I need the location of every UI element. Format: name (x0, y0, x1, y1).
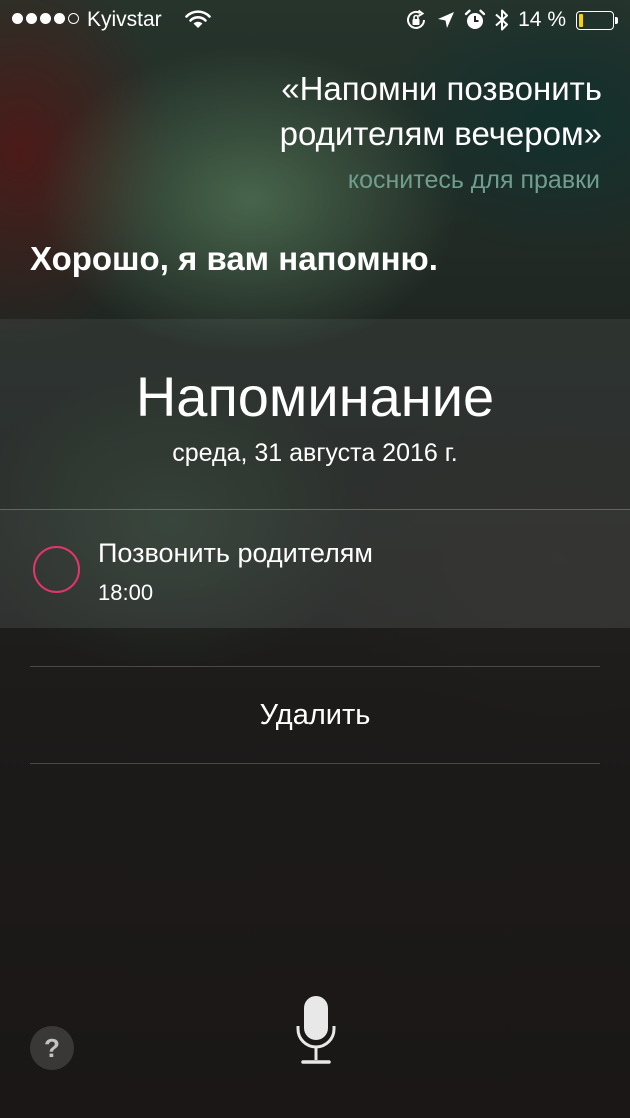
signal-dot (12, 13, 23, 24)
help-button[interactable]: ? (30, 1026, 74, 1070)
reminder-time: 18:00 (98, 580, 154, 605)
tap-to-edit-hint[interactable]: коснитесь для правки (348, 166, 600, 195)
wifi-icon (185, 9, 211, 35)
reminder-item[interactable]: Позвонить родителям 18:00 (0, 510, 630, 628)
reminder-checkbox[interactable] (33, 546, 80, 593)
signal-dot (54, 13, 65, 24)
microphone-icon (296, 996, 336, 1064)
microphone-button[interactable] (293, 994, 339, 1066)
delete-divider-bottom (30, 763, 600, 764)
reminder-title: Позвонить родителям (98, 538, 373, 568)
card-title: Напоминание (135, 365, 495, 428)
location-arrow-icon (436, 10, 456, 30)
status-bar: Kyivstar 14 % (0, 0, 630, 40)
signal-dot (26, 13, 37, 24)
battery-fill (579, 13, 583, 27)
reminder-card: Напоминание среда, 31 августа 2016 г. По… (0, 319, 630, 628)
delete-button[interactable]: Удалить (30, 667, 600, 763)
signal-dot (68, 13, 79, 24)
carrier-name: Kyivstar (87, 8, 162, 31)
bluetooth-icon (494, 8, 510, 32)
alarm-clock-icon (464, 9, 486, 31)
status-right: 14 % (404, 8, 618, 32)
battery-percent: 14 % (518, 8, 566, 31)
signal-dot (40, 13, 51, 24)
battery-icon (576, 10, 618, 30)
user-query[interactable]: «Напомни позвонить родителям вечером» (122, 66, 602, 156)
battery-tip (615, 16, 618, 24)
rotation-lock-icon (404, 8, 428, 32)
siri-response: Хорошо, я вам напомню. (30, 240, 438, 277)
signal-strength-icon (12, 13, 79, 24)
card-date: среда, 31 августа 2016 г. (172, 439, 458, 467)
